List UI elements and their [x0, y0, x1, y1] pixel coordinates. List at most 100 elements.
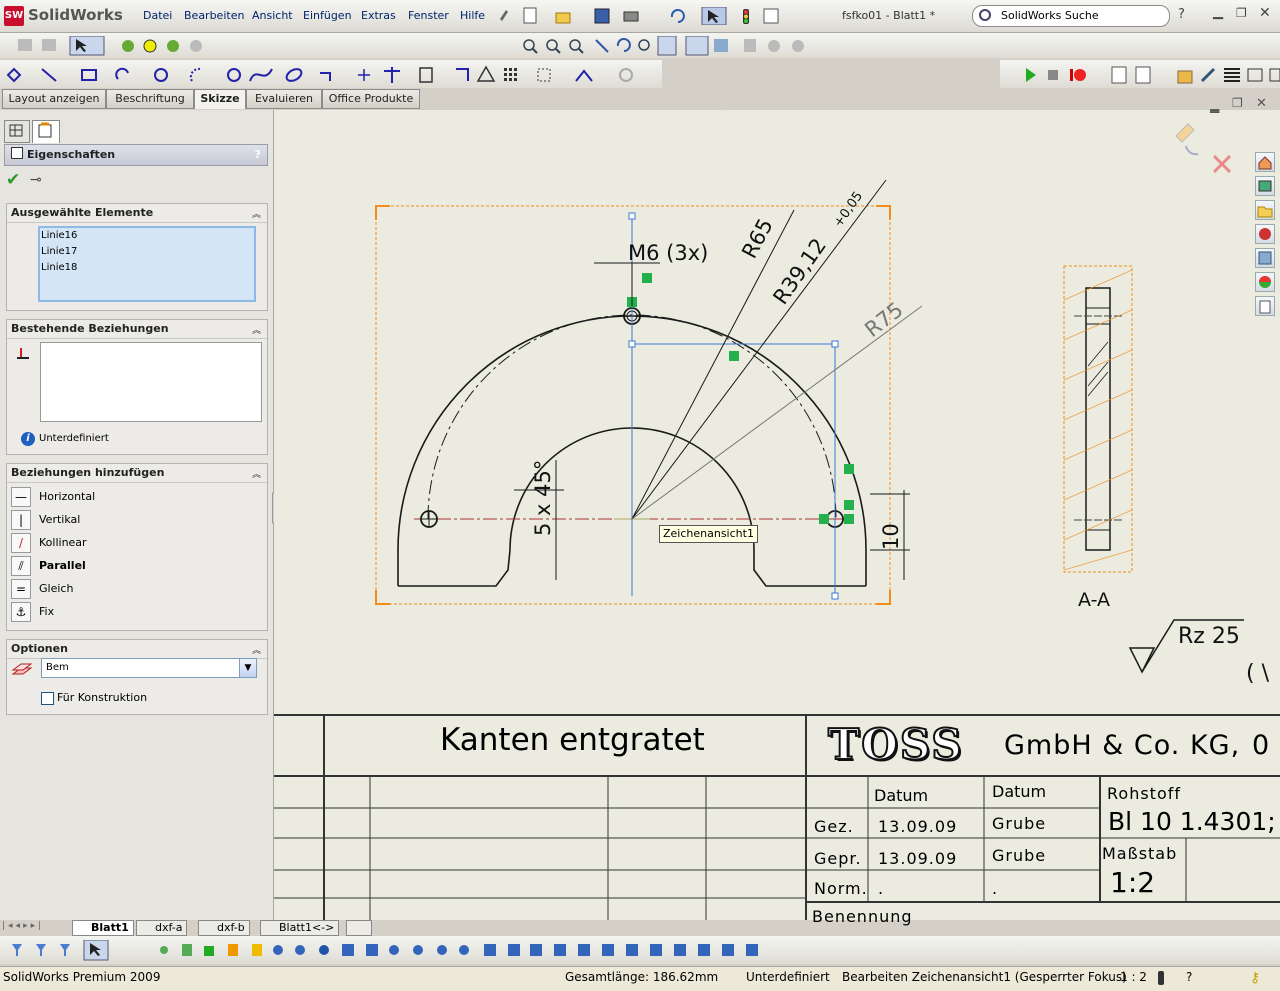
feature-manager-tab[interactable] [4, 120, 30, 143]
sheet-nav-arrows[interactable]: |◂◂▸▸| [2, 921, 64, 934]
canvas-minimize-button[interactable]: ▁ [1210, 97, 1219, 111]
close-icon[interactable]: ✕ [1259, 5, 1271, 21]
add-sheet-icon[interactable] [346, 920, 372, 936]
relation-collinear[interactable]: / Kollinear [11, 532, 251, 554]
tab-layout[interactable]: Layout anzeigen [2, 89, 106, 109]
home-icon[interactable] [1255, 152, 1275, 172]
confirmation-corner[interactable] [1175, 123, 1232, 174]
search-results-icon[interactable] [1255, 224, 1275, 244]
list-item[interactable]: Linie18 [40, 260, 254, 276]
menu-datei[interactable]: Datei [143, 9, 172, 22]
file-explorer-icon[interactable] [1255, 200, 1275, 220]
macro-tools[interactable] [1020, 65, 1280, 85]
appearances-icon[interactable] [1255, 272, 1275, 292]
panel-help-icon[interactable]: ? [255, 145, 261, 164]
pushpin-icon[interactable]: ⊸ [30, 172, 42, 188]
row-norm-a: . [878, 879, 884, 898]
collapse-icon[interactable]: ︽ [252, 643, 261, 656]
relation-parallel[interactable]: ⫽ Parallel [11, 555, 251, 577]
title-block[interactable]: Kanten entgratet TOSS GmbH & Co. KG, 0 D… [274, 714, 1280, 926]
selection-toolbar[interactable] [16, 36, 216, 56]
row-norm-b: . [992, 879, 998, 898]
search-box[interactable]: SolidWorks Suche [972, 5, 1170, 27]
relation-label: Vertikal [39, 513, 81, 526]
dim-chamfer[interactable]: 5 x 45° [531, 460, 555, 536]
relation-equal[interactable]: = Gleich [11, 578, 251, 600]
status-state: Unterdefiniert [746, 970, 830, 984]
menu-extras[interactable]: Extras [361, 9, 396, 22]
benennung-label: Benennung [812, 907, 913, 926]
list-item[interactable]: Linie16 [40, 228, 254, 244]
relation-horizontal[interactable]: — Horizontal [11, 486, 251, 508]
tab-skizze[interactable]: Skizze [194, 89, 246, 109]
dim-r65[interactable]: R65 [737, 215, 778, 263]
collapse-icon[interactable]: ︽ [252, 207, 261, 220]
menu-fenster[interactable]: Fenster [408, 9, 449, 22]
partial-symbol: ( \ [1246, 661, 1270, 686]
custom-properties-icon[interactable] [1255, 296, 1275, 316]
hole-left[interactable] [420, 510, 438, 528]
tab-beschriftung[interactable]: Beschriftung [106, 89, 194, 109]
tab-evaluieren[interactable]: Evaluieren [246, 89, 322, 109]
group-existing-header[interactable]: Bestehende Beziehungen [7, 320, 267, 339]
surface-roughness[interactable]: Rz 25 [1178, 624, 1240, 649]
relation-vertical[interactable]: | Vertikal [11, 509, 251, 531]
view-toolbar[interactable] [518, 36, 818, 56]
collapse-icon[interactable]: ︽ [252, 323, 261, 336]
list-item[interactable]: Linie17 [40, 244, 254, 260]
view-palette-icon[interactable] [1255, 248, 1275, 268]
status-scale[interactable]: 1 : 2 [1120, 970, 1147, 984]
drawing-canvas[interactable]: ▁ [274, 96, 1280, 714]
sheet-tab-dxf-b[interactable]: dxf-b [198, 920, 250, 936]
for-construction-label: Für Konstruktion [57, 691, 148, 704]
canvas-close-icon[interactable]: ✕ [1256, 96, 1267, 111]
design-library-icon[interactable] [1255, 176, 1275, 196]
solidworks-logo[interactable]: SW SolidWorks [2, 4, 124, 28]
menu-einfuegen[interactable]: Einfügen [303, 9, 352, 22]
group-add-header[interactable]: Beziehungen hinzufügen [7, 464, 267, 483]
menu-ansicht[interactable]: Ansicht [252, 9, 293, 22]
minimize-icon[interactable]: ▁ [1213, 5, 1223, 20]
underdefined-status: Unterdefiniert [39, 433, 109, 444]
dim-r39[interactable]: R39,12 [768, 234, 831, 309]
status-help-icon[interactable]: ? [1186, 970, 1192, 984]
relation-symbol-icon [17, 348, 29, 359]
ok-check-icon[interactable]: ✔ [6, 170, 20, 190]
menu-bearbeiten[interactable]: Bearbeiten [184, 9, 244, 22]
sketch-tools[interactable] [4, 65, 654, 85]
vertical-icon: | [11, 510, 31, 530]
section-view[interactable] [1063, 265, 1133, 573]
canvas-restore-icon[interactable]: ❐ [1232, 96, 1243, 110]
sheet-tab-blatt1-link[interactable]: Blatt1<-> [260, 920, 340, 936]
rohstoff-value: Bl 10 1.4301; [1108, 807, 1276, 836]
property-manager-tab[interactable] [32, 120, 60, 143]
dim-r75[interactable]: R75 [860, 298, 907, 342]
help-icon[interactable]: ? [1178, 7, 1185, 22]
filter-tools[interactable] [8, 940, 768, 962]
dim-10[interactable]: 10 [879, 523, 903, 550]
rebuild-light-icon[interactable] [1158, 971, 1164, 985]
collapse-icon[interactable]: ︽ [252, 467, 261, 480]
standard-toolbar[interactable] [496, 7, 796, 25]
group-options-header[interactable]: Optionen [7, 640, 267, 659]
sheet-tab-dxf-a[interactable]: dxf-a [136, 920, 188, 936]
sheet-tab-blatt1[interactable]: Blatt1 [72, 920, 134, 936]
dim-thread[interactable]: M6 (3x) [628, 241, 708, 265]
menu-hilfe[interactable]: Hilfe [460, 9, 485, 22]
layer-icon [11, 663, 33, 675]
restore-icon[interactable]: ❐ [1236, 6, 1247, 20]
group-selected-header[interactable]: Ausgewählte Elemente [7, 204, 267, 223]
dim-tolerance[interactable]: +0,05 [831, 189, 866, 230]
key-icon[interactable]: ⚷ [1250, 970, 1260, 986]
relation-markers[interactable] [627, 273, 854, 524]
rohstoff-label: Rohstoff [1107, 784, 1181, 803]
tab-office-produkte[interactable]: Office Produkte [322, 89, 420, 109]
dimension-leaders[interactable] [514, 179, 923, 580]
selected-entities-list[interactable]: Linie16 Linie17 Linie18 [38, 226, 256, 302]
for-construction-checkbox[interactable] [41, 692, 54, 705]
existing-relations-list[interactable] [40, 342, 262, 422]
chevron-down-icon[interactable]: ▼ [239, 659, 256, 677]
relation-fix[interactable]: ⚓ Fix [11, 601, 251, 623]
section-label[interactable]: A-A [1078, 589, 1110, 611]
layer-select[interactable]: Bem ▼ [41, 658, 257, 678]
